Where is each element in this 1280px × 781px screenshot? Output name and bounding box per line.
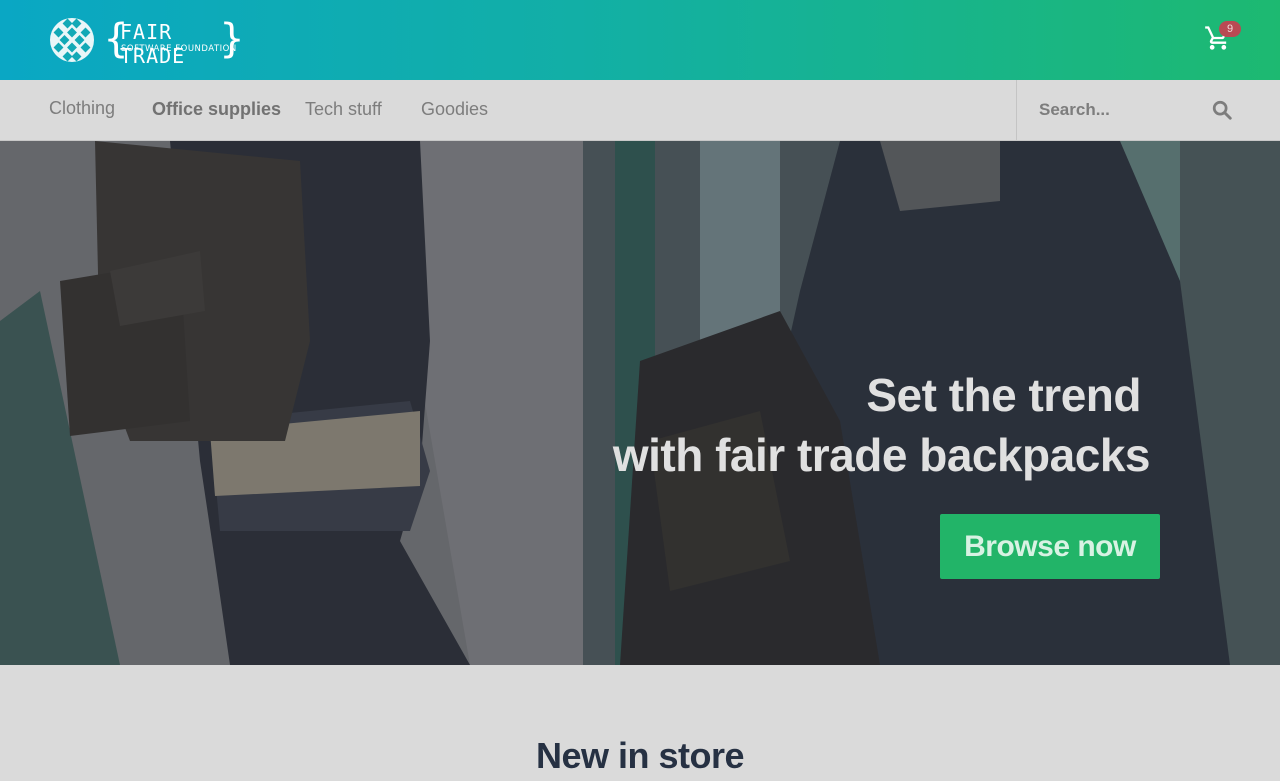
- search-input[interactable]: [1039, 96, 1209, 124]
- search-box: [1016, 80, 1280, 140]
- nav-item-tech-stuff[interactable]: Tech stuff: [305, 96, 382, 122]
- site-logo[interactable]: { FAIR TRADE SOFTWARE FOUNDATION }: [48, 16, 244, 68]
- category-nav: Clothing Office supplies Tech stuff Good…: [0, 80, 1280, 141]
- nav-item-office-supplies[interactable]: Office supplies: [152, 96, 281, 122]
- logo-brace-right: }: [219, 16, 244, 62]
- hero-headline-line-2: with fair trade backpacks: [612, 429, 1151, 481]
- browse-now-button[interactable]: Browse now: [940, 514, 1160, 579]
- section-title-new-in-store: New in store: [535, 735, 745, 776]
- nav-item-clothing[interactable]: Clothing: [49, 95, 115, 121]
- hero-banner: Set the trend with fair trade backpacks …: [0, 141, 1280, 665]
- site-header: { FAIR TRADE SOFTWARE FOUNDATION } 9: [0, 0, 1280, 80]
- cart-count-badge: 9: [1219, 21, 1241, 37]
- search-icon[interactable]: [1211, 99, 1233, 121]
- nav-item-goodies[interactable]: Goodies: [421, 96, 488, 122]
- logo-wordmark: { FAIR TRADE SOFTWARE FOUNDATION }: [104, 16, 244, 68]
- hero-headline: Set the trend with fair trade backpacks: [612, 365, 1151, 485]
- hero-headline-line-1: Set the trend: [866, 369, 1141, 421]
- logo-mark-icon: [50, 18, 94, 62]
